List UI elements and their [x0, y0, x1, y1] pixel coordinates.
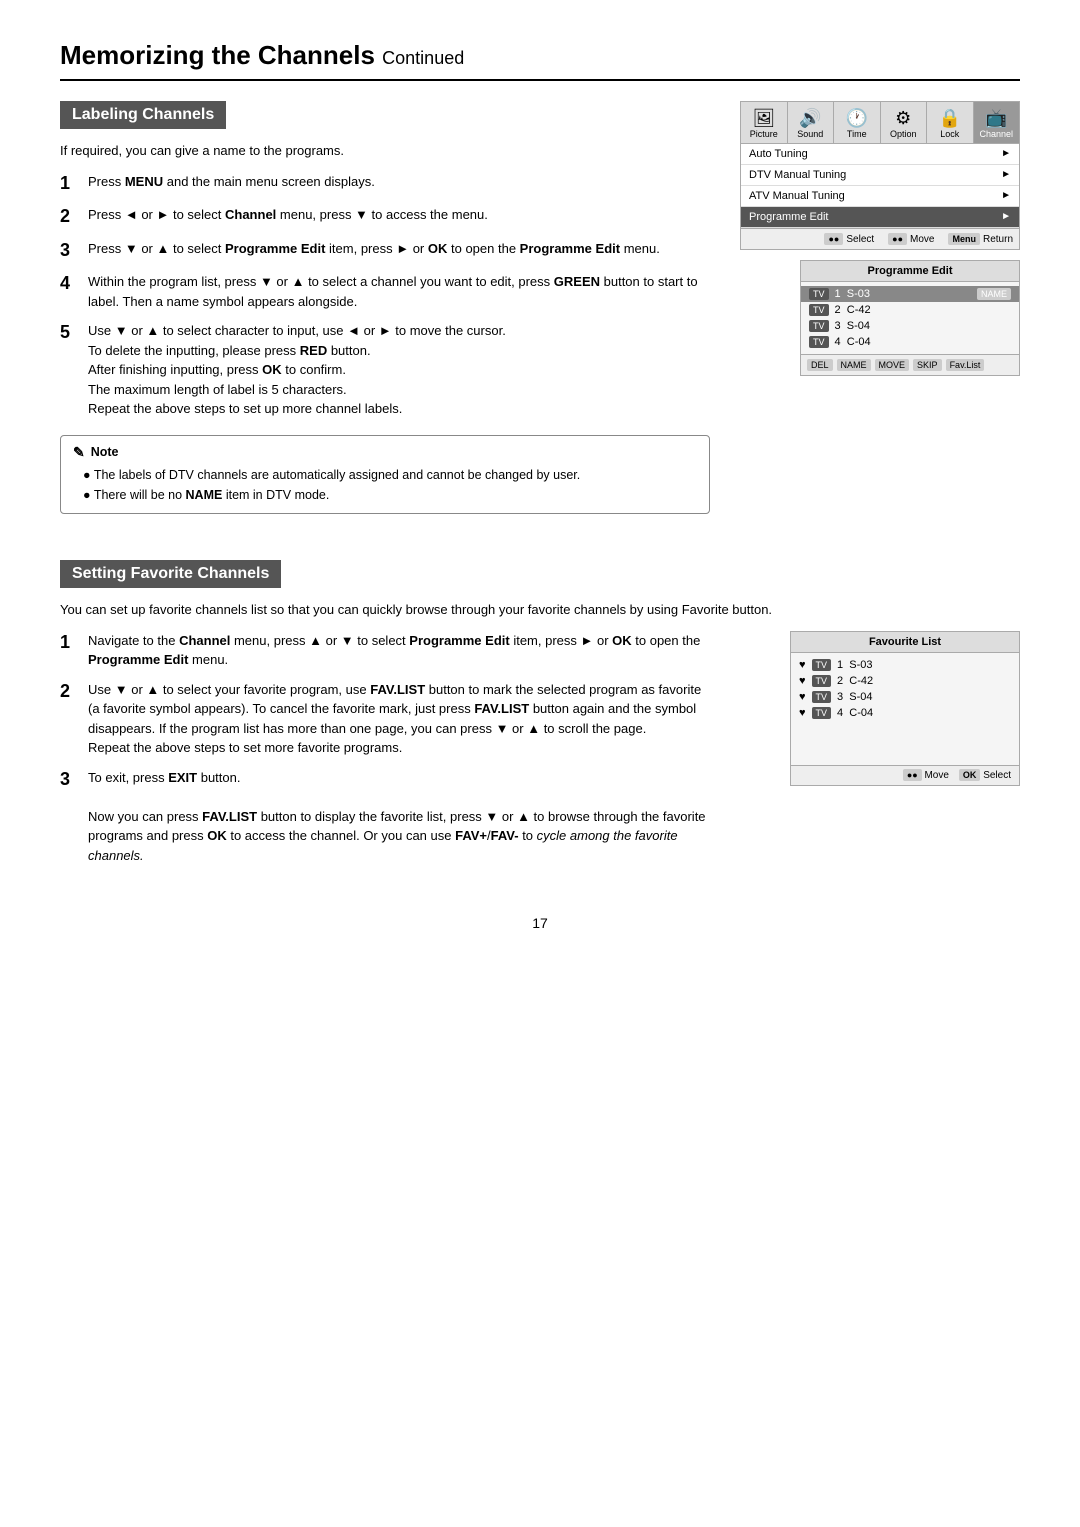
labeling-left: Labeling Channels If required, you can g… [60, 101, 710, 530]
step-1: 1 Press MENU and the main menu screen di… [60, 172, 710, 195]
prog-edit-title: Programme Edit [801, 261, 1019, 282]
continued-text: Continued [382, 48, 464, 68]
fav-layout: 1 Navigate to the Channel menu, press ▲ … [60, 631, 1020, 876]
menu-top-icons: 🖼 Picture 🔊 Sound 🕐 Time ⚙ Option 🔒 [741, 102, 1019, 144]
note-item-2: There will be no NAME item in DTV mode. [83, 485, 697, 505]
fav-ui: Favourite List ♥ TV 1 S-03 ♥ TV 2 C-42 [790, 631, 1020, 786]
labeling-intro: If required, you can give a name to the … [60, 143, 710, 158]
prog-edit-row-2: TV 2 C-42 [801, 302, 1019, 318]
fav-step-3: 3 To exit, press EXIT button. Now you ca… [60, 768, 710, 866]
menu-icon-time: 🕐 Time [834, 102, 881, 143]
page-title: Memorizing the Channels Continued [60, 40, 1020, 81]
fav-header: Setting Favorite Channels [60, 560, 281, 588]
menu-rows: Auto Tuning► DTV Manual Tuning► ATV Manu… [741, 144, 1019, 228]
fav-left: 1 Navigate to the Channel menu, press ▲ … [60, 631, 710, 876]
labeling-header: Labeling Channels [60, 101, 226, 129]
menu-icon-lock: 🔒 Lock [927, 102, 974, 143]
page-number: 17 [60, 915, 1020, 931]
menu-footer: ●● Select ●● Move Menu Return [741, 228, 1019, 249]
menu-row-programme-edit: Programme Edit► [741, 207, 1019, 228]
title-text: Memorizing the Channels [60, 40, 375, 70]
menu-icon-option: ⚙ Option [881, 102, 928, 143]
prog-edit-ui: Programme Edit TV 1 S-03 NAME TV 2 C-42 … [800, 260, 1020, 376]
menu-icon-picture: 🖼 Picture [741, 102, 788, 143]
fav-row-3: ♥ TV 3 S-04 [791, 689, 1019, 705]
fav-section: Setting Favorite Channels You can set up… [60, 560, 1020, 876]
menu-ui: 🖼 Picture 🔊 Sound 🕐 Time ⚙ Option 🔒 [740, 101, 1020, 250]
fav-step-2: 2 Use ▼ or ▲ to select your favorite pro… [60, 680, 710, 758]
step-5: 5 Use ▼ or ▲ to select character to inpu… [60, 321, 710, 419]
prog-edit-rows: TV 1 S-03 NAME TV 2 C-42 TV 3 S-04 TV 4 … [801, 282, 1019, 354]
labeling-right: 🖼 Picture 🔊 Sound 🕐 Time ⚙ Option 🔒 [740, 101, 1020, 530]
menu-row-atv: ATV Manual Tuning► [741, 186, 1019, 207]
fav-step-1: 1 Navigate to the Channel menu, press ▲ … [60, 631, 710, 670]
prog-edit-row-1: TV 1 S-03 NAME [801, 286, 1019, 302]
menu-icon-sound: 🔊 Sound [788, 102, 835, 143]
fav-row-2: ♥ TV 2 C-42 [791, 673, 1019, 689]
fav-intro: You can set up favorite channels list so… [60, 602, 1020, 617]
prog-edit-row-4: TV 4 C-04 [801, 334, 1019, 350]
fav-right: Favourite List ♥ TV 1 S-03 ♥ TV 2 C-42 [740, 631, 1020, 876]
menu-row-auto-tuning: Auto Tuning► [741, 144, 1019, 165]
note-item-1: The labels of DTV channels are automatic… [83, 465, 697, 485]
menu-row-dtv: DTV Manual Tuning► [741, 165, 1019, 186]
step-2: 2 Press ◄ or ► to select Channel menu, p… [60, 205, 710, 228]
fav-rows: ♥ TV 1 S-03 ♥ TV 2 C-42 ♥ TV 3 S- [791, 653, 1019, 725]
labeling-section: Labeling Channels If required, you can g… [60, 101, 1020, 530]
fav-title: Favourite List [791, 632, 1019, 653]
note-icon: ✎ [73, 444, 85, 461]
prog-edit-row-3: TV 3 S-04 [801, 318, 1019, 334]
menu-icon-channel: 📺 Channel [974, 102, 1020, 143]
fav-row-1: ♥ TV 1 S-03 [791, 657, 1019, 673]
fav-footer: ●● Move OK Select [791, 765, 1019, 785]
prog-edit-footer: DEL NAME MOVE SKIP Fav.List [801, 354, 1019, 375]
step-4: 4 Within the program list, press ▼ or ▲ … [60, 272, 710, 311]
step-3: 3 Press ▼ or ▲ to select Programme Edit … [60, 239, 710, 262]
fav-row-4: ♥ TV 4 C-04 [791, 705, 1019, 721]
note-title: ✎ Note [73, 444, 697, 461]
note-box: ✎ Note The labels of DTV channels are au… [60, 435, 710, 514]
